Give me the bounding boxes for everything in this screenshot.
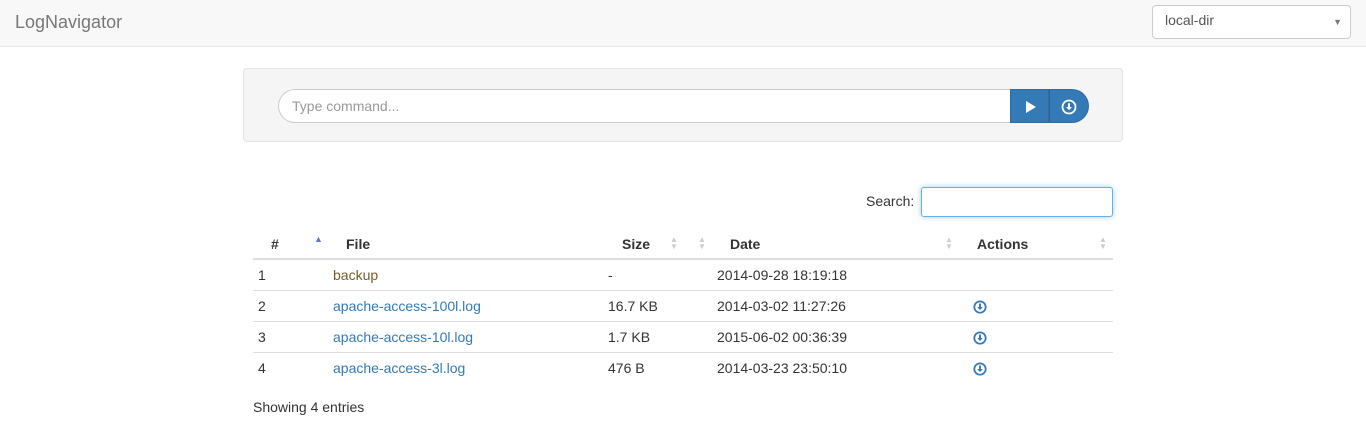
table-row: 1 backup - 2014-09-28 18:19:18	[253, 259, 1113, 290]
sort-ascending-icon: ▲	[314, 234, 323, 244]
column-header-file-label: File	[346, 236, 371, 252]
row-number: 1	[258, 266, 266, 283]
table-row: 4 apache-access-3l.log 476 B 2014-03-23 …	[253, 351, 1113, 383]
command-input[interactable]	[278, 89, 1011, 123]
search-input[interactable]	[921, 187, 1113, 217]
file-date: 2014-09-28 18:19:18	[717, 266, 847, 283]
column-header-actions-label: Actions	[977, 236, 1029, 252]
table-row: 2 apache-access-100l.log 16.7 KB 2014-03…	[253, 289, 1113, 321]
file-size: 16.7 KB	[608, 289, 717, 321]
directory-link[interactable]: backup	[333, 267, 378, 283]
sort-both-icon: ▲ ▼	[1099, 235, 1107, 251]
column-header-date[interactable]: Date ▲ ▼	[717, 228, 963, 260]
directory-select-value: local-dir	[1165, 12, 1215, 28]
row-actions	[963, 259, 1113, 290]
search-label: Search:	[866, 193, 915, 209]
command-panel	[243, 68, 1123, 142]
row-number: 3	[253, 320, 333, 352]
row-actions	[963, 289, 1113, 321]
sort-both-icon: ▲ ▼	[698, 235, 706, 251]
file-link[interactable]: apache-access-10l.log	[333, 329, 473, 345]
table-header-row: # ▲ File ▲ ▼ Size ▲ ▼ Date ▲ ▼ Actions ▲ ▼	[253, 228, 1113, 260]
file-table: # ▲ File ▲ ▼ Size ▲ ▼ Date ▲ ▼ Actions ▲ ▼ 1	[253, 228, 1113, 383]
navbar: LogNavigator local-dir ▼	[0, 0, 1366, 47]
table-row: 3 apache-access-10l.log 1.7 KB 2015-06-0…	[253, 320, 1113, 352]
sort-both-icon: ▲ ▼	[945, 235, 953, 251]
download-file-button[interactable]	[973, 328, 987, 345]
file-date: 2014-03-02 11:27:26	[717, 289, 963, 321]
row-number: 2	[253, 289, 333, 321]
column-header-actions[interactable]: Actions ▲ ▼	[963, 228, 1113, 260]
file-date: 2015-06-02 00:36:39	[717, 320, 963, 352]
column-header-size[interactable]: Size ▲ ▼	[608, 228, 717, 260]
file-size: 476 B	[608, 351, 717, 383]
download-circle-icon	[1061, 99, 1077, 115]
download-file-button[interactable]	[973, 297, 987, 314]
column-header-number-label: #	[271, 236, 279, 252]
entries-info: Showing 4 entries	[253, 399, 365, 415]
file-size: -	[608, 266, 613, 283]
run-command-button[interactable]	[1010, 89, 1049, 123]
directory-select[interactable]: local-dir ▼	[1152, 5, 1351, 39]
file-link[interactable]: apache-access-100l.log	[333, 298, 481, 314]
play-icon	[1026, 101, 1036, 113]
download-file-button[interactable]	[973, 360, 987, 376]
row-number: 4	[253, 351, 333, 383]
file-date: 2014-03-23 23:50:10	[717, 351, 963, 383]
download-circle-icon	[973, 331, 987, 345]
caret-down-icon: ▼	[1333, 17, 1342, 27]
column-header-date-label: Date	[730, 236, 761, 252]
column-header-file[interactable]: File ▲ ▼	[333, 228, 678, 260]
download-command-output-button[interactable]	[1049, 89, 1089, 123]
file-link[interactable]: apache-access-3l.log	[333, 360, 465, 376]
column-header-size-label: Size	[622, 236, 651, 252]
row-actions	[963, 351, 1113, 383]
download-circle-icon	[973, 362, 987, 376]
app-brand[interactable]: LogNavigator	[15, 12, 122, 33]
download-circle-icon	[973, 300, 987, 314]
file-size: 1.7 KB	[608, 320, 717, 352]
column-header-number[interactable]: # ▲	[253, 228, 333, 260]
row-actions	[963, 320, 1113, 352]
